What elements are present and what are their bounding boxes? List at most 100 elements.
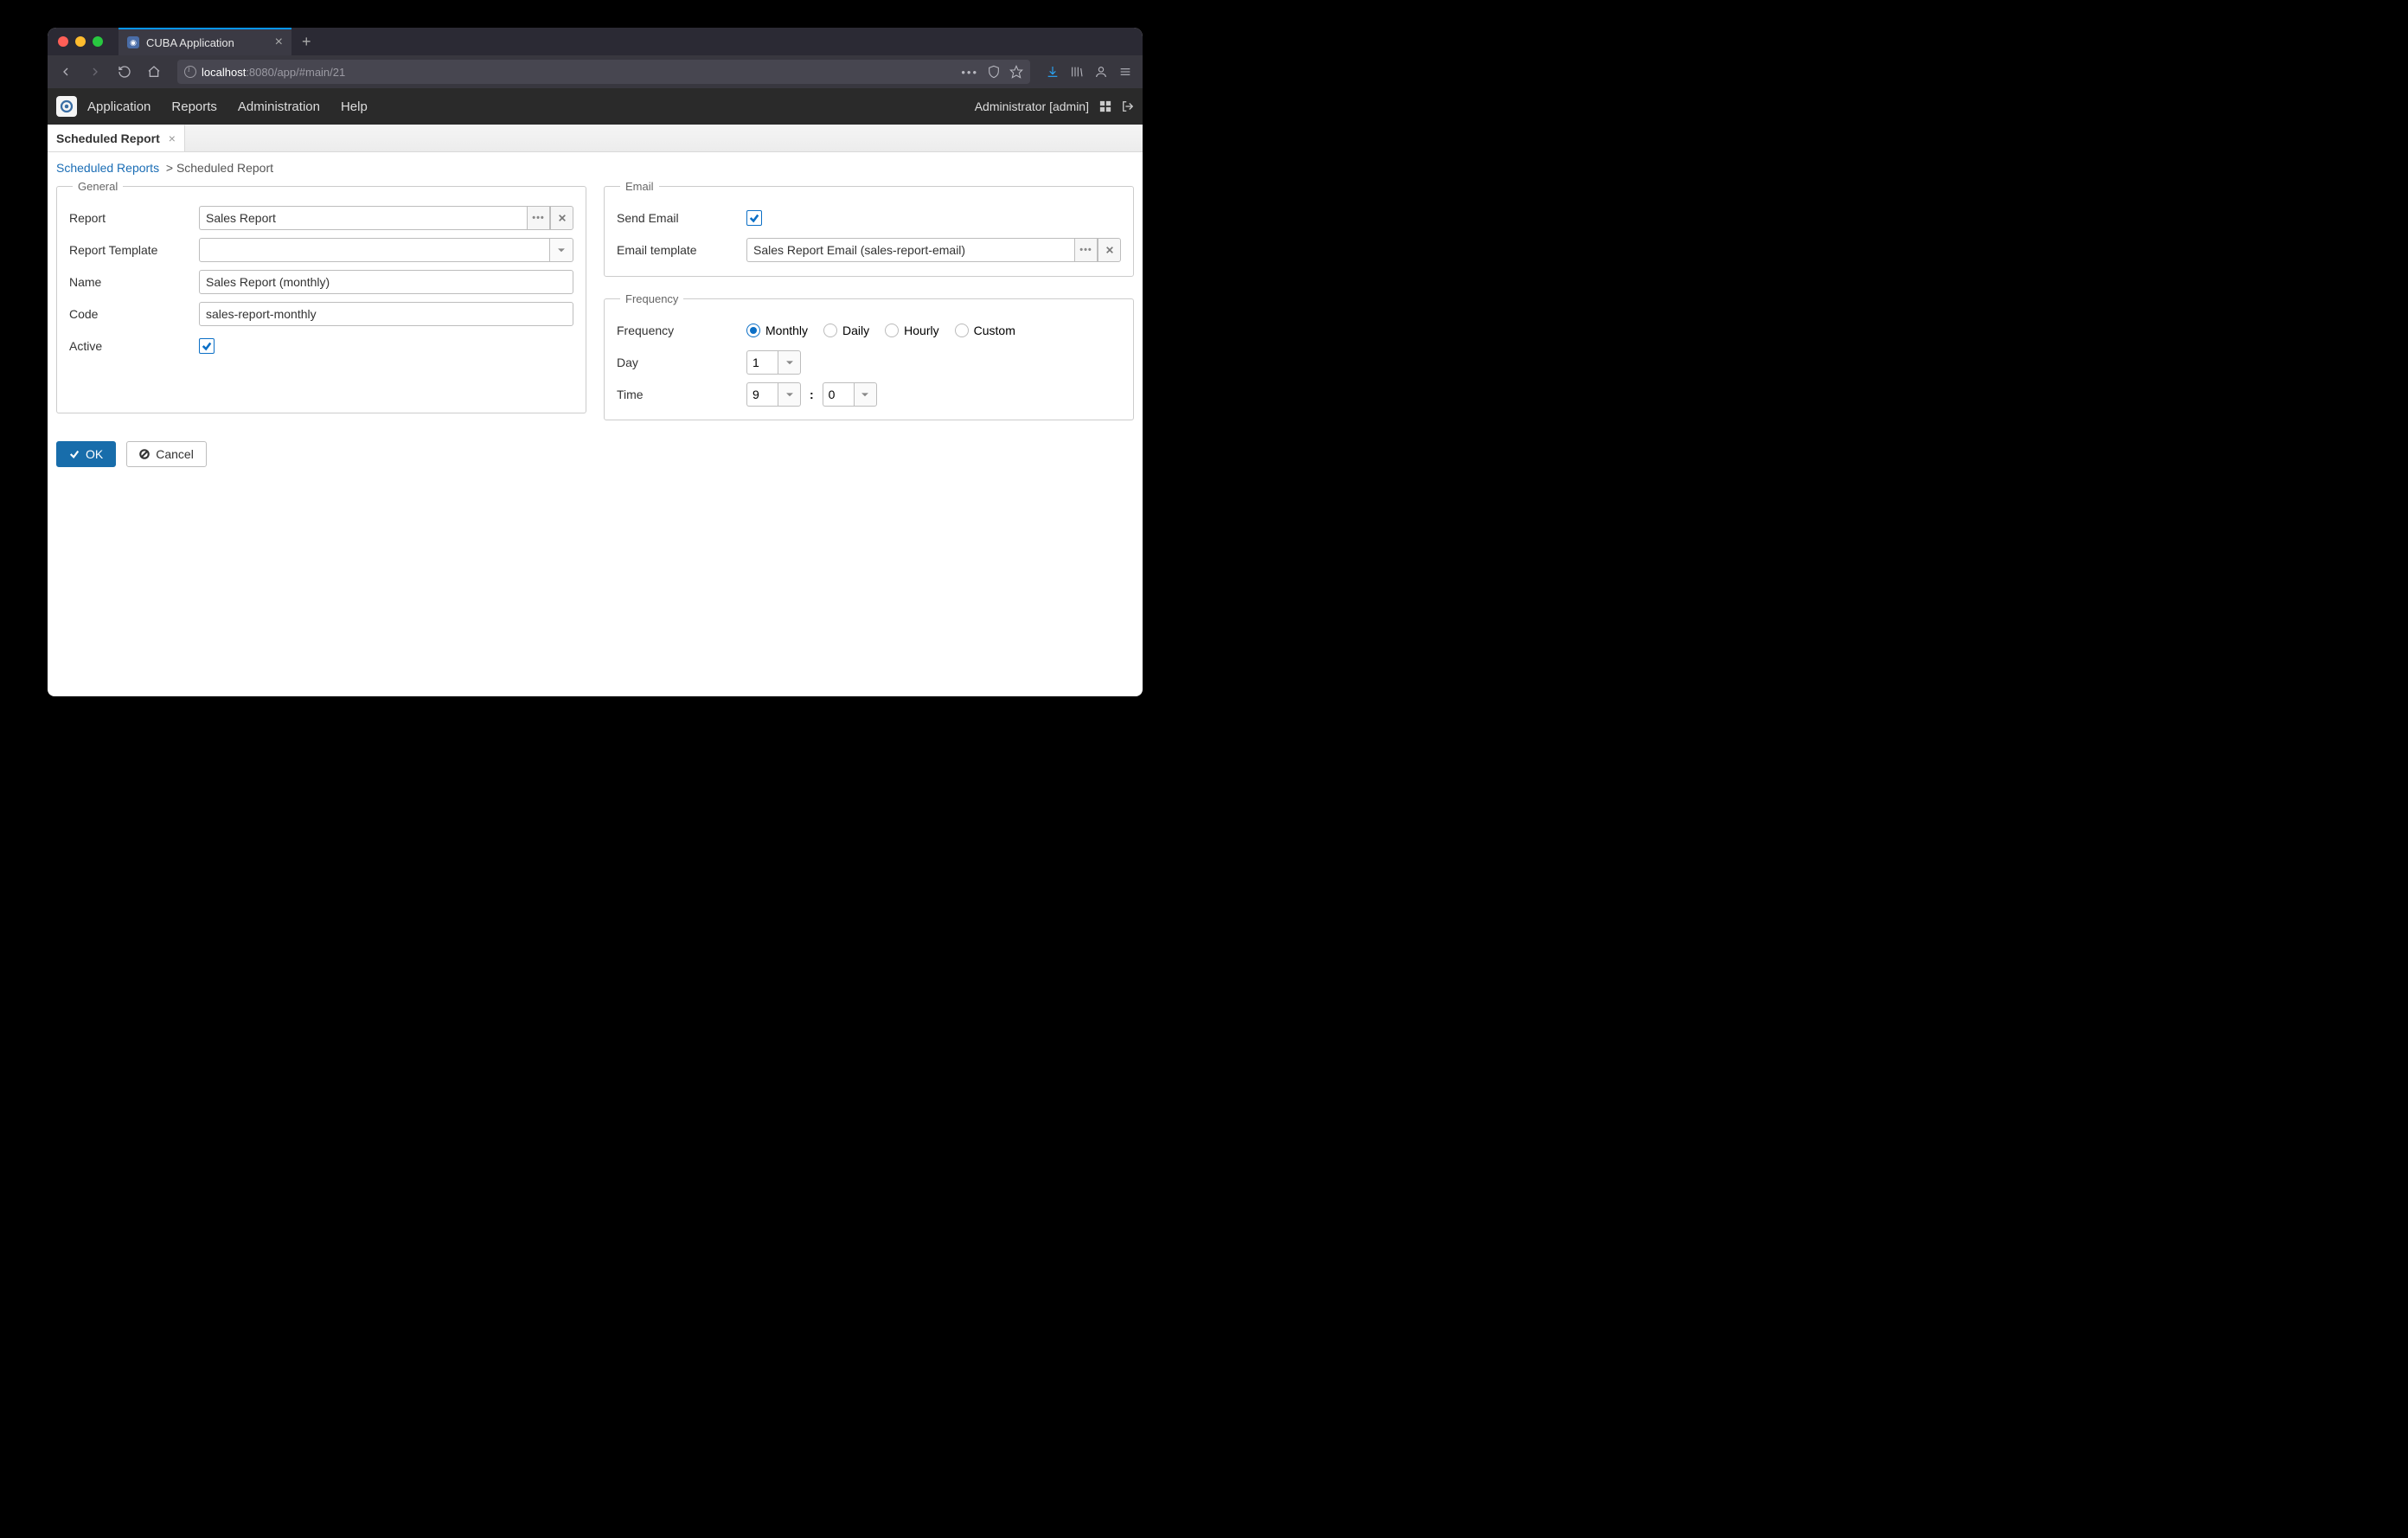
url-bar[interactable]: localhost:8080/app/#main/21 •••: [177, 60, 1030, 84]
email-template-lookup-button[interactable]: •••: [1074, 238, 1098, 262]
group-email: Email Send Email Email template Sales Re…: [604, 180, 1134, 277]
check-icon: [69, 449, 80, 459]
url-rest: :8080/app/#main/21: [246, 66, 345, 79]
back-button[interactable]: [53, 60, 79, 84]
label-email-template: Email template: [617, 243, 746, 257]
page-content: Scheduled Reports > Scheduled Report Gen…: [48, 152, 1143, 476]
menu-application[interactable]: Application: [87, 99, 150, 114]
frequency-options: Monthly Daily Hourly: [746, 324, 1015, 337]
radio-hourly-label: Hourly: [904, 324, 938, 337]
report-template-value[interactable]: [199, 238, 550, 262]
send-email-checkbox[interactable]: [746, 210, 762, 226]
report-template-combo[interactable]: [199, 238, 573, 262]
forward-button[interactable]: [82, 60, 108, 84]
app-tab-label: Scheduled Report: [56, 131, 160, 145]
browser-titlebar: ◉ CUBA Application × +: [48, 28, 1143, 55]
radio-monthly-label: Monthly: [765, 324, 808, 337]
menu-reports[interactable]: Reports: [171, 99, 217, 114]
group-general-legend: General: [73, 180, 123, 193]
day-spinner[interactable]: 1: [746, 350, 801, 375]
ok-button[interactable]: OK: [56, 441, 116, 467]
active-checkbox[interactable]: [199, 338, 215, 354]
radio-daily-label: Daily: [842, 324, 869, 337]
downloads-icon[interactable]: [1046, 65, 1060, 79]
hour-dropdown-button[interactable]: [778, 382, 801, 407]
group-email-legend: Email: [620, 180, 659, 193]
email-template-clear-button[interactable]: [1098, 238, 1121, 262]
user-indicator: Administrator [admin]: [975, 99, 1134, 113]
radio-daily[interactable]: Daily: [823, 324, 869, 337]
label-name: Name: [69, 275, 199, 289]
label-report-template: Report Template: [69, 243, 199, 257]
browser-toolbar: localhost:8080/app/#main/21 •••: [48, 55, 1143, 88]
label-frequency: Frequency: [617, 324, 746, 337]
hamburger-menu-icon[interactable]: [1118, 65, 1132, 79]
main-menu: Application Reports Administration Help: [87, 99, 368, 114]
reader-shield-icon[interactable]: [987, 65, 1001, 79]
email-template-input[interactable]: Sales Report Email (sales-report-email): [746, 238, 1074, 262]
library-icon[interactable]: [1070, 65, 1084, 79]
app-tab-scheduled-report[interactable]: Scheduled Report ×: [48, 125, 185, 151]
email-template-picker: Sales Report Email (sales-report-email) …: [746, 238, 1121, 262]
app-tabsheet: Scheduled Report ×: [48, 125, 1143, 152]
cancel-button-label: Cancel: [156, 447, 194, 461]
minimize-window-button[interactable]: [75, 36, 86, 47]
label-day: Day: [617, 356, 746, 369]
day-dropdown-button[interactable]: [778, 350, 801, 375]
maximize-window-button[interactable]: [93, 36, 103, 47]
cancel-icon: [139, 449, 150, 459]
ok-button-label: OK: [86, 447, 103, 461]
meatball-icon[interactable]: •••: [961, 66, 978, 79]
report-input[interactable]: Sales Report: [199, 206, 527, 230]
browser-tab[interactable]: ◉ CUBA Application ×: [118, 28, 291, 55]
hour-spinner[interactable]: 9: [746, 382, 801, 407]
breadcrumb-link[interactable]: Scheduled Reports: [56, 161, 159, 175]
name-input[interactable]: Sales Report (monthly): [199, 270, 573, 294]
minute-spinner[interactable]: 0: [823, 382, 877, 407]
radio-hourly[interactable]: Hourly: [885, 324, 938, 337]
site-info-icon[interactable]: [184, 66, 196, 78]
report-picker: Sales Report •••: [199, 206, 573, 230]
radio-circle-icon: [746, 324, 760, 337]
label-time: Time: [617, 388, 746, 401]
tab-close-icon[interactable]: ×: [275, 35, 283, 50]
account-icon[interactable]: [1094, 65, 1108, 79]
report-clear-button[interactable]: [550, 206, 573, 230]
new-tab-button[interactable]: +: [291, 28, 322, 55]
window-controls: [48, 28, 113, 55]
url-host: localhost: [202, 66, 246, 79]
group-frequency: Frequency Frequency Monthly Daily: [604, 292, 1134, 420]
menu-help[interactable]: Help: [341, 99, 368, 114]
radio-circle-icon: [823, 324, 837, 337]
hour-value[interactable]: 9: [746, 382, 778, 407]
radio-monthly[interactable]: Monthly: [746, 324, 808, 337]
app-logo[interactable]: [56, 96, 77, 117]
logout-icon[interactable]: [1122, 100, 1134, 112]
radio-custom-label: Custom: [974, 324, 1015, 337]
cancel-button[interactable]: Cancel: [126, 441, 207, 467]
reload-button[interactable]: [112, 60, 138, 84]
app-tab-close-icon[interactable]: ×: [169, 131, 176, 145]
minute-value[interactable]: 0: [823, 382, 854, 407]
bookmark-star-icon[interactable]: [1009, 65, 1023, 79]
app-header: Application Reports Administration Help …: [48, 88, 1143, 125]
code-input[interactable]: sales-report-monthly: [199, 302, 573, 326]
radio-circle-icon: [885, 324, 899, 337]
favicon: ◉: [127, 36, 139, 48]
menu-administration[interactable]: Administration: [238, 99, 320, 114]
label-report: Report: [69, 211, 199, 225]
home-button[interactable]: [141, 60, 167, 84]
close-window-button[interactable]: [58, 36, 68, 47]
breadcrumb: Scheduled Reports > Scheduled Report: [56, 161, 1134, 175]
breadcrumb-current: Scheduled Report: [176, 161, 273, 175]
label-active: Active: [69, 339, 199, 353]
report-template-dropdown-button[interactable]: [550, 238, 573, 262]
minute-dropdown-button[interactable]: [854, 382, 877, 407]
dashboard-icon[interactable]: [1099, 100, 1111, 112]
radio-custom[interactable]: Custom: [955, 324, 1015, 337]
label-send-email: Send Email: [617, 211, 746, 225]
label-code: Code: [69, 307, 199, 321]
report-lookup-button[interactable]: •••: [527, 206, 550, 230]
group-general: General Report Sales Report ••• Report T…: [56, 180, 586, 413]
day-value[interactable]: 1: [746, 350, 778, 375]
